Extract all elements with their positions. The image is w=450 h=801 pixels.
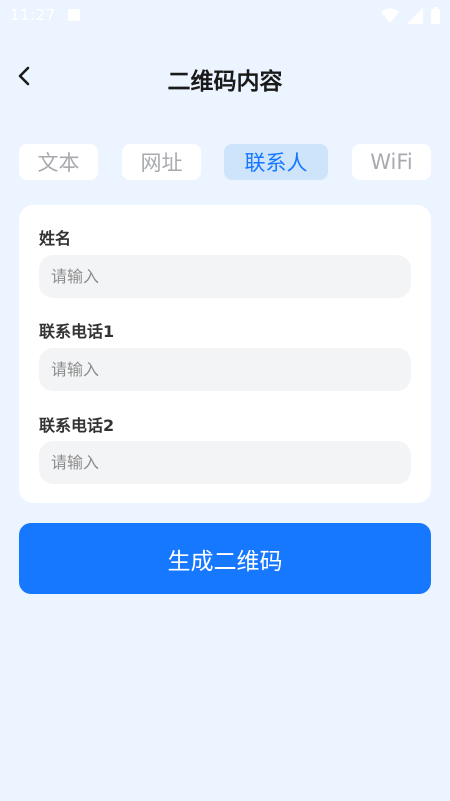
phone1-label: 联系电话1 [39, 322, 115, 341]
tab-wifi[interactable]: WiFi [352, 144, 431, 180]
generate-qr-button[interactable]: 生成二维码 [19, 523, 431, 594]
name-input[interactable] [39, 255, 411, 298]
contact-form-card: 姓名 联系电话1 联系电话2 [19, 205, 431, 503]
header: 二维码内容 [0, 48, 450, 104]
status-time: 11:27 [10, 6, 56, 24]
phone1-input[interactable] [39, 348, 411, 391]
phone2-input[interactable] [39, 441, 411, 484]
signal-icon [407, 7, 423, 24]
content-type-tabs: 文本 网址 联系人 WiFi [0, 144, 450, 180]
status-icons [381, 7, 440, 24]
page-title: 二维码内容 [167, 69, 283, 95]
wifi-icon [381, 8, 399, 23]
tab-contact[interactable]: 联系人 [224, 144, 328, 180]
tab-url[interactable]: 网址 [122, 144, 201, 180]
status-bar: 11:27 [0, 0, 450, 32]
phone2-label: 联系电话2 [39, 416, 115, 435]
name-label: 姓名 [39, 229, 72, 248]
battery-icon [431, 7, 440, 24]
tab-text[interactable]: 文本 [19, 144, 98, 180]
notification-icon [68, 9, 80, 21]
